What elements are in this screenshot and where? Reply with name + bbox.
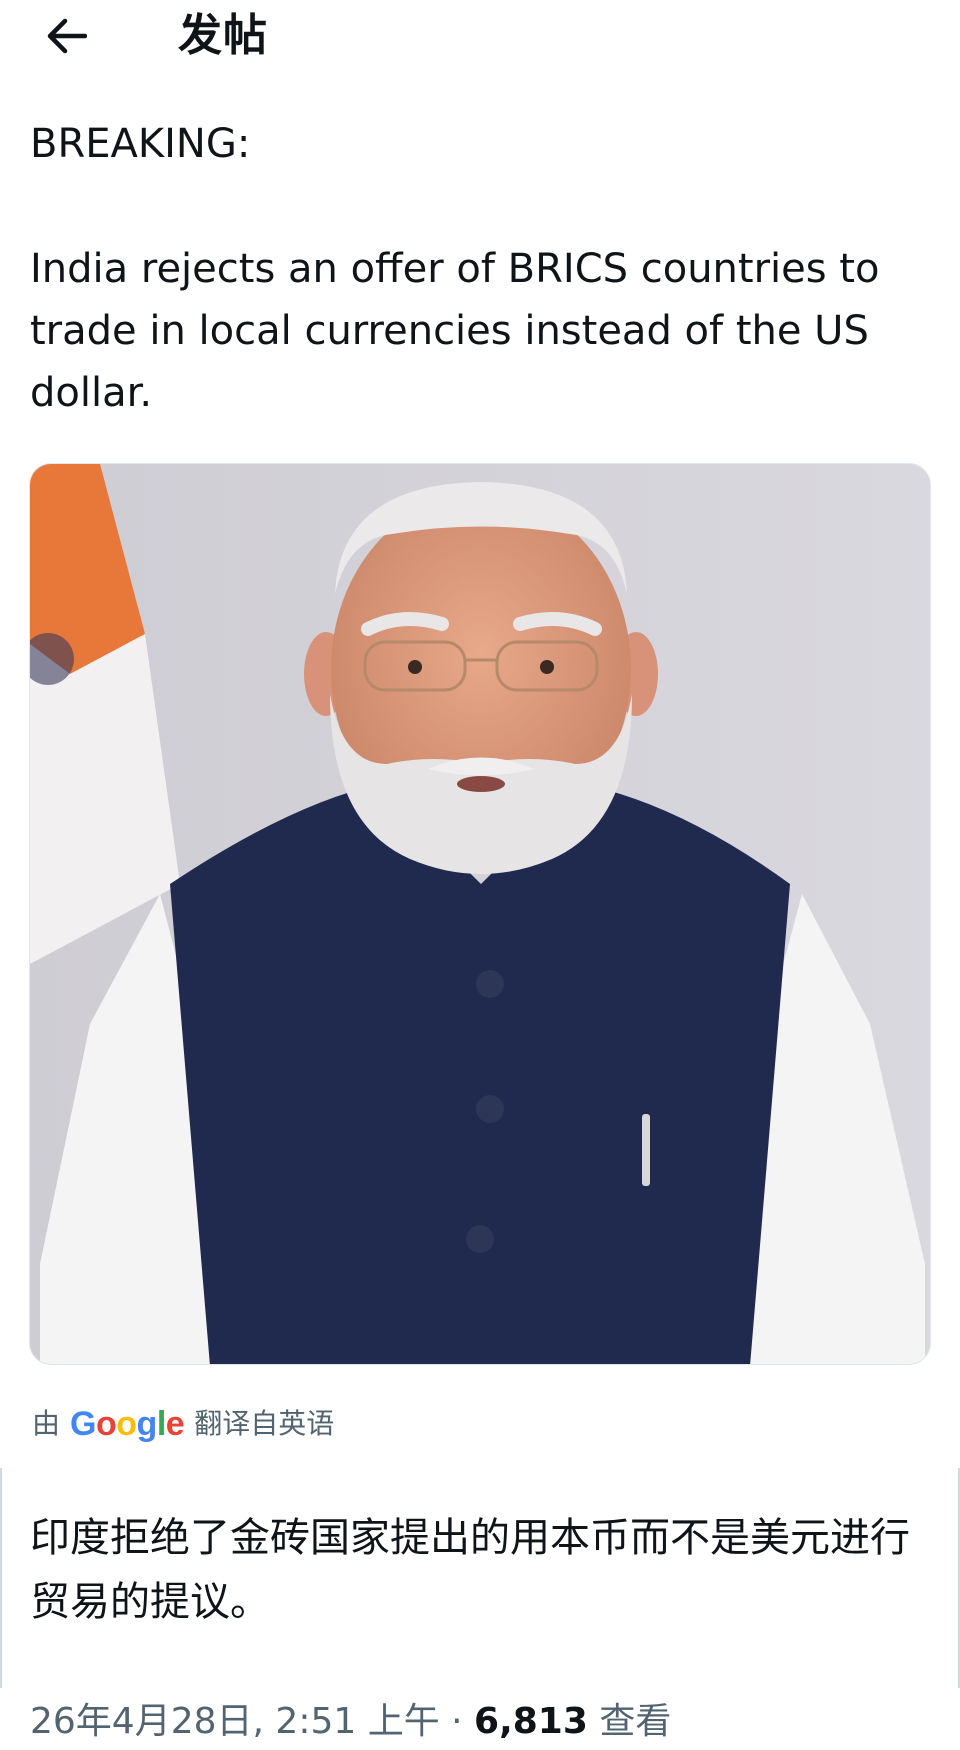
views-count[interactable]: 6,813 [474,1701,588,1742]
translation-border-left [0,1468,2,1688]
tweet-meta: 26年4月28日, 2:51 上午 · 6,813 查看 [30,1697,671,1747]
tweet-label: BREAKING: [30,121,251,167]
top-bar: 发帖 [0,0,960,72]
tweet-media[interactable] [29,463,931,1365]
portrait-photo [30,464,930,1364]
arrow-left-icon [47,18,87,54]
google-logo: Google [70,1405,185,1443]
translation-attribution[interactable]: 由 Google 翻译自英语 [32,1404,334,1444]
views-label: 查看 [587,1701,672,1742]
translate-prefix: 由 [32,1407,61,1440]
tweet-text: India rejects an offer of BRICS countrie… [30,246,880,416]
page-title: 发帖 [178,10,268,61]
back-button[interactable] [38,10,94,62]
post-datetime: 26年4月28日, 2:51 上午 · [30,1701,475,1742]
translate-suffix: 翻译自英语 [194,1407,335,1440]
translated-text: 印度拒绝了金砖国家提出的用本币而不是美元进行贸易的提议。 [30,1515,910,1625]
